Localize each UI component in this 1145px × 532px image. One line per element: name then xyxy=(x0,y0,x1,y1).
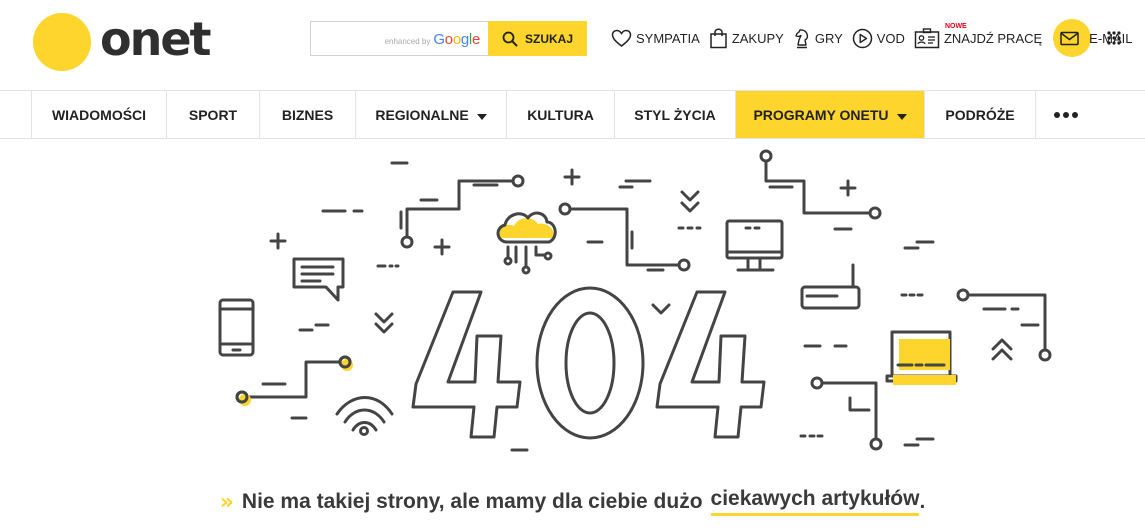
nav-item-wiadomosci[interactable]: WIADOMOŚCI xyxy=(32,91,167,138)
service-gry[interactable]: GRY xyxy=(793,28,843,49)
google-wordmark: Google xyxy=(433,31,480,48)
nav-item-biznes[interactable]: BIZNES xyxy=(260,91,356,138)
nav-item-styl-zycia[interactable]: STYL ŻYCIA xyxy=(615,91,736,138)
chevron-down-icon xyxy=(476,113,487,120)
chevron-down-icon xyxy=(896,113,907,120)
service-label: SYMPATIA xyxy=(636,30,700,46)
service-label: ZNAJDŹ PRACĘ xyxy=(943,30,1043,46)
nav-item-label: PROGRAMY ONETU xyxy=(753,106,889,123)
nav-items: WIADOMOŚCI SPORT BIZNES REGIONALNE KULTU… xyxy=(31,91,1096,138)
service-label: ZAKUPY xyxy=(731,30,784,46)
double-chevron-right-icon: » xyxy=(219,490,234,515)
service-label: VOD xyxy=(876,30,905,46)
search-button[interactable]: SZUKAJ xyxy=(488,21,587,56)
search-button-label: SZUKAJ xyxy=(524,31,573,46)
play-icon xyxy=(852,28,873,48)
message-end-dot: . xyxy=(919,489,926,513)
mail-circle xyxy=(1053,19,1092,57)
nav-item-kultura[interactable]: KULTURA xyxy=(507,91,615,138)
nav-item-label: STYL ŻYCIA xyxy=(634,106,716,123)
nav-item-label: WIADOMOŚCI xyxy=(51,106,147,123)
new-badge: NOWE xyxy=(944,22,967,30)
not-found-text: Nie ma takiej strony, ale mamy dla ciebi… xyxy=(241,489,703,513)
nav-item-label: SPORT xyxy=(188,106,238,123)
more-dots-icon xyxy=(1054,111,1078,118)
mail-icon xyxy=(1060,31,1079,45)
not-found-message: » Nie ma takiej strony, ale mamy dla cie… xyxy=(0,487,1145,516)
nav-item-regionalne[interactable]: REGIONALNE xyxy=(356,91,507,138)
id-card-icon xyxy=(914,27,940,48)
service-vod[interactable]: VOD xyxy=(852,28,905,49)
shopping-bag-icon xyxy=(710,27,727,48)
nav-item-label: REGIONALNE xyxy=(375,106,469,123)
logo-circle xyxy=(33,13,91,71)
logo-text: onet xyxy=(100,12,212,66)
heart-icon xyxy=(611,29,632,47)
google-branding: enhanced by Google xyxy=(384,31,481,48)
error-404-illustration xyxy=(218,149,1052,452)
nav-item-label: BIZNES xyxy=(281,106,334,123)
search-icon xyxy=(502,31,518,46)
nav-item-podroze[interactable]: PODRÓŻE xyxy=(925,91,1036,138)
service-label: GRY xyxy=(814,30,843,46)
header: onet enhanced by Google SZUKAJ SYMPATIA … xyxy=(0,0,1145,90)
services-bar: SYMPATIA ZAKUPY GRY VOD NOWE ZNAJDŹ PRAC… xyxy=(611,18,1133,58)
nav-item-sport[interactable]: SPORT xyxy=(167,91,260,138)
service-zakupy[interactable]: ZAKUPY xyxy=(709,27,784,49)
interesting-articles-link[interactable]: ciekawych artykułów xyxy=(710,487,920,516)
nav-item-label: PODRÓŻE xyxy=(945,106,1015,123)
search-form: enhanced by Google SZUKAJ xyxy=(310,21,587,56)
service-sympatia[interactable]: SYMPATIA xyxy=(611,29,700,48)
main-nav: WIADOMOŚCI SPORT BIZNES REGIONALNE KULTU… xyxy=(0,90,1145,139)
search-field[interactable]: enhanced by Google xyxy=(310,21,488,56)
service-znajdz-prace[interactable]: NOWE ZNAJDŹ PRACĘ xyxy=(914,23,1043,49)
chess-knight-icon xyxy=(795,28,808,48)
apps-grid-icon[interactable] xyxy=(1107,31,1121,50)
nav-item-programy-onetu[interactable]: PROGRAMY ONETU xyxy=(736,91,925,138)
nav-item-label: KULTURA xyxy=(527,106,594,123)
onet-logo[interactable]: onet xyxy=(33,13,212,71)
google-branding-prefix: enhanced by xyxy=(384,37,431,46)
nav-more-button[interactable] xyxy=(1036,91,1096,138)
